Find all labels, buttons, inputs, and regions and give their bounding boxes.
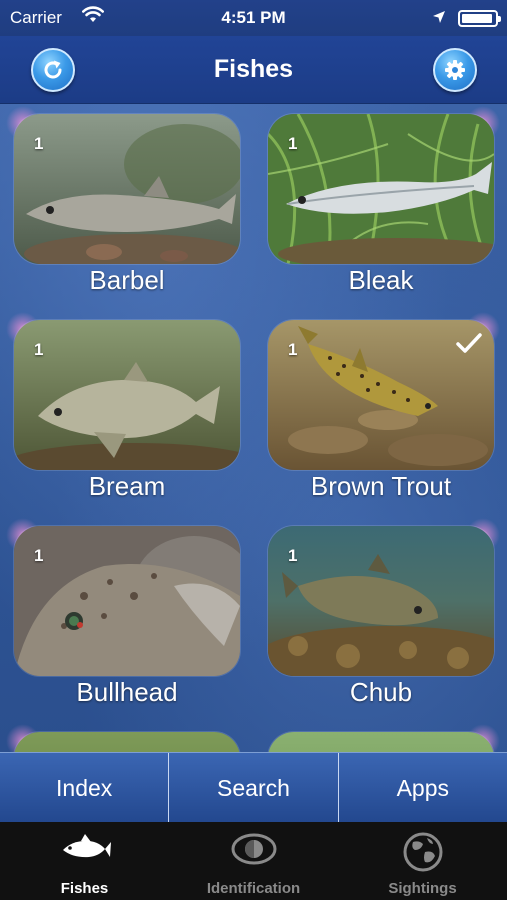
fish-card-next[interactable]: [6, 724, 240, 752]
status-bar: Carrier 4:51 PM: [0, 0, 507, 36]
fish-name: Bream: [88, 471, 166, 501]
sighting-count: 1: [34, 340, 44, 359]
fish-name: Bullhead: [76, 677, 178, 707]
fish-name: Barbel: [89, 265, 165, 295]
fish-card-next[interactable]: [268, 724, 500, 752]
sighting-count: 1: [34, 546, 44, 565]
location-arrow-icon: [432, 9, 446, 29]
barbel-photo: [14, 114, 240, 264]
fish-photo: [14, 732, 240, 752]
fish-card-bleak[interactable]: 1 Bleak: [268, 106, 500, 309]
globe-icon: [403, 832, 443, 877]
battery-icon: [458, 10, 501, 27]
navigation-bar: Fishes: [0, 36, 507, 104]
clock: 4:51 PM: [221, 8, 286, 27]
tab-bar: Fishes Identification Sightings: [0, 822, 507, 900]
fish-card-bream[interactable]: 1 Bream: [6, 312, 240, 515]
fish-name: Chub: [349, 677, 413, 707]
bullhead-photo: [14, 526, 240, 676]
bottom-segment-bar: Index Search Apps: [0, 752, 507, 823]
fish-card-barbel[interactable]: 1 Barbel: [6, 106, 240, 309]
eye-icon: [231, 832, 277, 871]
tab-identification[interactable]: Identification: [169, 822, 338, 900]
bream-photo: [14, 320, 240, 470]
fish-card-chub[interactable]: 1 Chub: [268, 518, 500, 721]
tab-label: Identification: [206, 880, 301, 897]
gear-icon: [445, 60, 465, 80]
tab-fishes[interactable]: Fishes: [0, 822, 169, 900]
sighting-count: 1: [288, 340, 298, 359]
apps-button[interactable]: Apps: [337, 753, 507, 823]
settings-button[interactable]: [433, 48, 477, 92]
fish-grid[interactable]: 1 Barbel 1 Bleak 1 Bream 1 Brown Trout 1…: [0, 104, 507, 752]
fish-card-bullhead[interactable]: 1 Bullhead: [6, 518, 240, 721]
page-title: Fishes: [213, 55, 294, 83]
bleak-photo: [268, 114, 494, 264]
chub-photo: [268, 526, 494, 676]
fish-photo: [268, 732, 494, 752]
fish-name: Brown Trout: [310, 471, 452, 501]
sighting-count: 1: [288, 546, 298, 565]
fish-icon: [59, 832, 111, 871]
index-button[interactable]: Index: [0, 753, 168, 823]
tab-label: Sightings: [388, 880, 457, 897]
fish-card-brown-trout[interactable]: 1 Brown Trout: [268, 312, 500, 515]
sighting-count: 1: [34, 134, 44, 153]
checkmark-icon: [456, 332, 482, 359]
sighting-count: 1: [288, 134, 298, 153]
tab-label: Fishes: [60, 880, 109, 897]
tab-sightings[interactable]: Sightings: [338, 822, 507, 900]
fish-name: Bleak: [348, 265, 414, 295]
search-button[interactable]: Search: [168, 753, 337, 823]
